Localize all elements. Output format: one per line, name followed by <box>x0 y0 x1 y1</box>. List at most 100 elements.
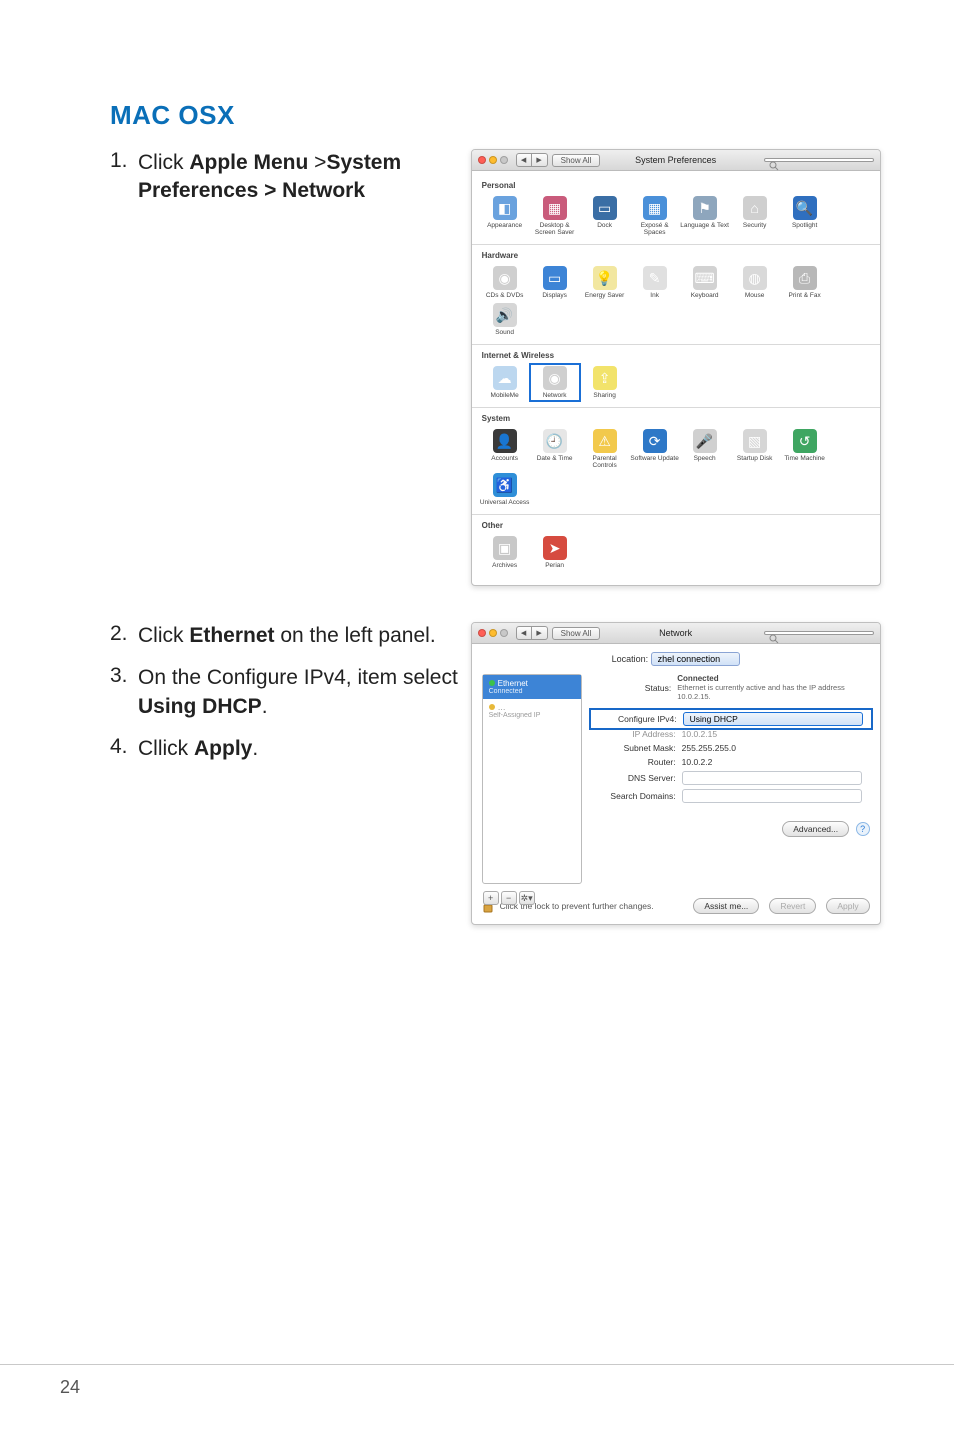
service-actions-button[interactable]: ✲▾ <box>519 891 535 905</box>
step-text: Cllick Apply. <box>138 735 471 763</box>
help-button[interactable]: ? <box>856 822 870 836</box>
close-icon[interactable] <box>478 629 486 637</box>
sysprefs-item-network[interactable]: ◉Network <box>530 364 580 401</box>
sysprefs-item-expos-spaces[interactable]: ▦ Exposé & Spaces <box>630 194 680 238</box>
pref-icon: ☁ <box>493 366 517 390</box>
sysprefs-item-spotlight[interactable]: 🔍Spotlight <box>780 194 830 238</box>
configure-ipv4-select[interactable]: Using DHCP <box>683 712 863 726</box>
pref-label: Mouse <box>730 292 780 299</box>
router-value: 10.0.2.2 <box>682 757 713 767</box>
apply-button[interactable]: Apply <box>826 898 869 914</box>
search-icon <box>769 161 779 171</box>
advanced-button[interactable]: Advanced... <box>782 821 849 837</box>
sysprefs-item-speech[interactable]: 🎤Speech <box>680 427 730 471</box>
network-services-list[interactable]: Ethernet Connected … Self-Assigned IP + … <box>482 674 582 884</box>
show-all-button[interactable]: Show All <box>552 627 601 640</box>
assist-button[interactable]: Assist me... <box>693 898 759 914</box>
sysprefs-section-label: Hardware <box>480 245 872 262</box>
step-text: Click Ethernet on the left panel. <box>138 622 471 650</box>
pref-label: Time Machine <box>780 455 830 462</box>
pref-label: Date & Time <box>530 455 580 462</box>
subnet-mask-value: 255.255.255.0 <box>682 743 736 753</box>
step-text: Click Apple Menu >System Preferences > N… <box>138 149 471 206</box>
pref-icon: ▦ <box>543 196 567 220</box>
dns-input[interactable] <box>682 771 862 785</box>
status-description: Ethernet is currently active and has the… <box>677 683 869 701</box>
pref-icon: 🕘 <box>543 429 567 453</box>
sysprefs-item-appearance[interactable]: ◧Appearance <box>480 194 530 238</box>
sysprefs-item-mobileme[interactable]: ☁MobileMe <box>480 364 530 401</box>
pref-icon: ⌂ <box>743 196 767 220</box>
pref-icon: ▭ <box>593 196 617 220</box>
sysprefs-item-accounts[interactable]: 👤Accounts <box>480 427 530 471</box>
show-all-button[interactable]: Show All <box>552 154 601 167</box>
pref-icon: ⚠ <box>593 429 617 453</box>
section-heading: MAC OSX <box>110 100 894 131</box>
zoom-icon[interactable] <box>500 156 508 164</box>
search-input[interactable] <box>764 158 874 162</box>
status-dot-icon <box>489 680 495 686</box>
search-domains-label: Search Domains: <box>592 791 682 801</box>
pref-icon: ⚑ <box>693 196 717 220</box>
sysprefs-item-ink[interactable]: ✎Ink <box>630 264 680 301</box>
window-controls[interactable] <box>478 629 508 637</box>
step-number: 2. <box>110 622 138 650</box>
forward-button[interactable]: ▶ <box>532 626 548 640</box>
sysprefs-item-language-text[interactable]: ⚑ Language & Text <box>680 194 730 238</box>
pref-label: Appearance <box>480 222 530 229</box>
sysprefs-item-security[interactable]: ⌂ Security <box>730 194 780 238</box>
pref-icon: ▦ <box>643 196 667 220</box>
sysprefs-item-keyboard[interactable]: ⌨Keyboard <box>680 264 730 301</box>
page-footer: 24 <box>0 1364 954 1398</box>
sysprefs-section-label: Personal <box>480 175 872 192</box>
sysprefs-item-sharing[interactable]: ⇪Sharing <box>580 364 630 401</box>
location-select[interactable]: zhel connection <box>651 652 740 666</box>
search-input[interactable] <box>764 631 874 635</box>
sysprefs-item-sound[interactable]: 🔊Sound <box>480 301 530 338</box>
sysprefs-item-archives[interactable]: ▣Archives <box>480 534 530 571</box>
minimize-icon[interactable] <box>489 629 497 637</box>
search-icon <box>769 634 779 644</box>
sysprefs-item-startup-disk[interactable]: ▧Startup Disk <box>730 427 780 471</box>
pref-label: Sound <box>480 329 530 336</box>
ip-address-label: IP Address: <box>592 729 682 739</box>
pref-label: Print & Fax <box>780 292 830 299</box>
zoom-icon[interactable] <box>500 629 508 637</box>
sysprefs-item-print-fax[interactable]: ⎙Print & Fax <box>780 264 830 301</box>
sysprefs-item-displays[interactable]: ▭Displays <box>530 264 580 301</box>
minimize-icon[interactable] <box>489 156 497 164</box>
sysprefs-item-desktop-screen-saver[interactable]: ▦Desktop & Screen Saver <box>530 194 580 238</box>
pref-icon: ✎ <box>643 266 667 290</box>
pref-icon: 👤 <box>493 429 517 453</box>
pref-label: Energy Saver <box>580 292 630 299</box>
sidebar-item-other[interactable]: … Self-Assigned IP <box>483 699 581 723</box>
sysprefs-section-label: System <box>480 408 872 425</box>
sidebar-item-ethernet[interactable]: Ethernet Connected <box>483 675 581 699</box>
sysprefs-item-perian[interactable]: ➤Perian <box>530 534 580 571</box>
sysprefs-item-mouse[interactable]: ◍Mouse <box>730 264 780 301</box>
sysprefs-item-universal-access[interactable]: ♿Universal Access <box>480 471 530 508</box>
step-number: 1. <box>110 149 138 206</box>
sysprefs-item-dock[interactable]: ▭Dock <box>580 194 630 238</box>
revert-button[interactable]: Revert <box>769 898 816 914</box>
search-domains-input[interactable] <box>682 789 862 803</box>
pref-label: Security <box>730 222 780 229</box>
forward-button[interactable]: ▶ <box>532 153 548 167</box>
sysprefs-item-software-update[interactable]: ⟳Software Update <box>630 427 680 471</box>
pref-label: Language & Text <box>680 222 730 229</box>
subnet-mask-label: Subnet Mask: <box>592 743 682 753</box>
back-button[interactable]: ◀ <box>516 153 532 167</box>
sysprefs-item-cds-dvds[interactable]: ◉CDs & DVDs <box>480 264 530 301</box>
sysprefs-item-parental-controls[interactable]: ⚠Parental Controls <box>580 427 630 471</box>
window-controls[interactable] <box>478 156 508 164</box>
sysprefs-item-date-time[interactable]: 🕘 Date & Time <box>530 427 580 471</box>
sysprefs-item-energy-saver[interactable]: 💡Energy Saver <box>580 264 630 301</box>
close-icon[interactable] <box>478 156 486 164</box>
back-button[interactable]: ◀ <box>516 626 532 640</box>
add-service-button[interactable]: + <box>483 891 499 905</box>
sysprefs-item-time-machine[interactable]: ↺Time Machine <box>780 427 830 471</box>
pref-label: Exposé & Spaces <box>630 222 680 236</box>
remove-service-button[interactable]: − <box>501 891 517 905</box>
location-label: Location: <box>612 654 649 664</box>
pref-label: Displays <box>530 292 580 299</box>
